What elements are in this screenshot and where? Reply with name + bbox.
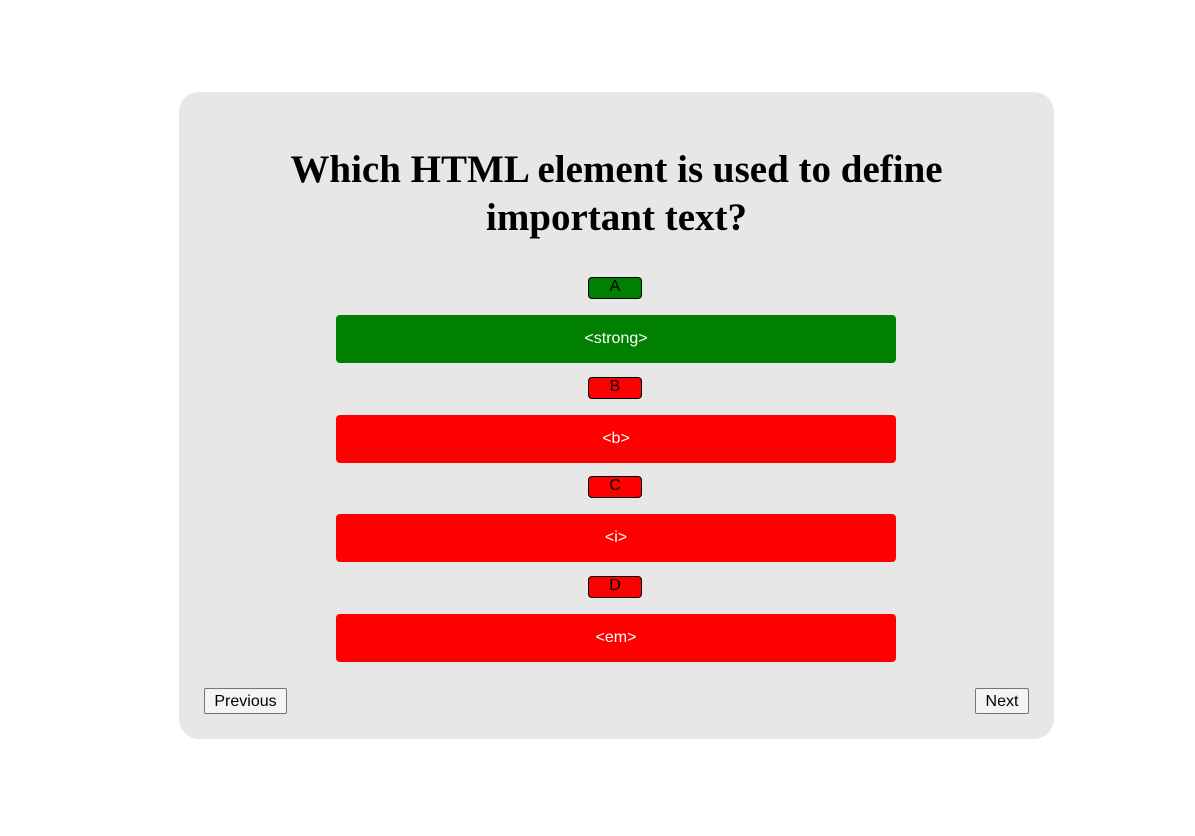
option-d-button[interactable]: <em>: [336, 614, 896, 662]
option-c-badge[interactable]: C: [588, 476, 642, 498]
question-text: Which HTML element is used to define imp…: [179, 146, 1054, 242]
quiz-card: Which HTML element is used to define imp…: [179, 92, 1054, 739]
option-a-badge[interactable]: A: [588, 277, 642, 299]
question-line-2: important text?: [485, 196, 748, 239]
option-b-badge[interactable]: B: [588, 377, 642, 399]
option-a-button[interactable]: <strong>: [336, 315, 896, 363]
next-button[interactable]: Next: [975, 688, 1029, 714]
question-line-1: Which HTML element is used to define: [290, 148, 943, 191]
option-d-badge[interactable]: D: [588, 576, 642, 598]
option-b-button[interactable]: <b>: [336, 415, 896, 463]
option-c-button[interactable]: <i>: [336, 514, 896, 562]
previous-button[interactable]: Previous: [204, 688, 287, 714]
